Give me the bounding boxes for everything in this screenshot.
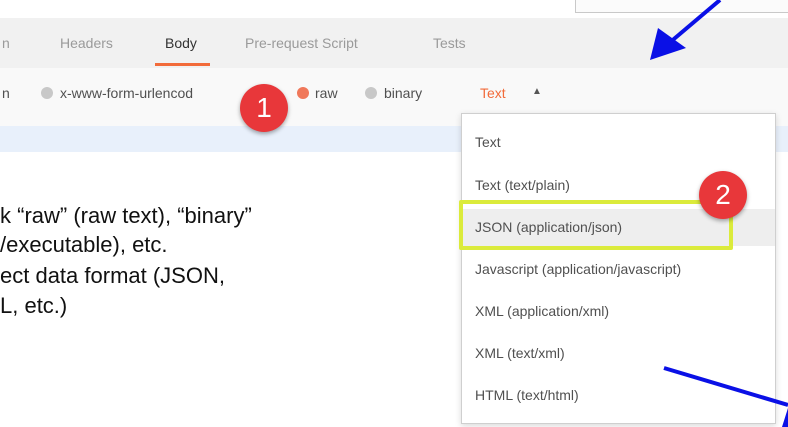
- arrow-bottom-right-icon: [663, 366, 788, 407]
- arrow-head-bottom-icon: [782, 408, 788, 427]
- arrow-top-right-icon: [666, 0, 722, 46]
- annotation-arrows: [650, 0, 788, 427]
